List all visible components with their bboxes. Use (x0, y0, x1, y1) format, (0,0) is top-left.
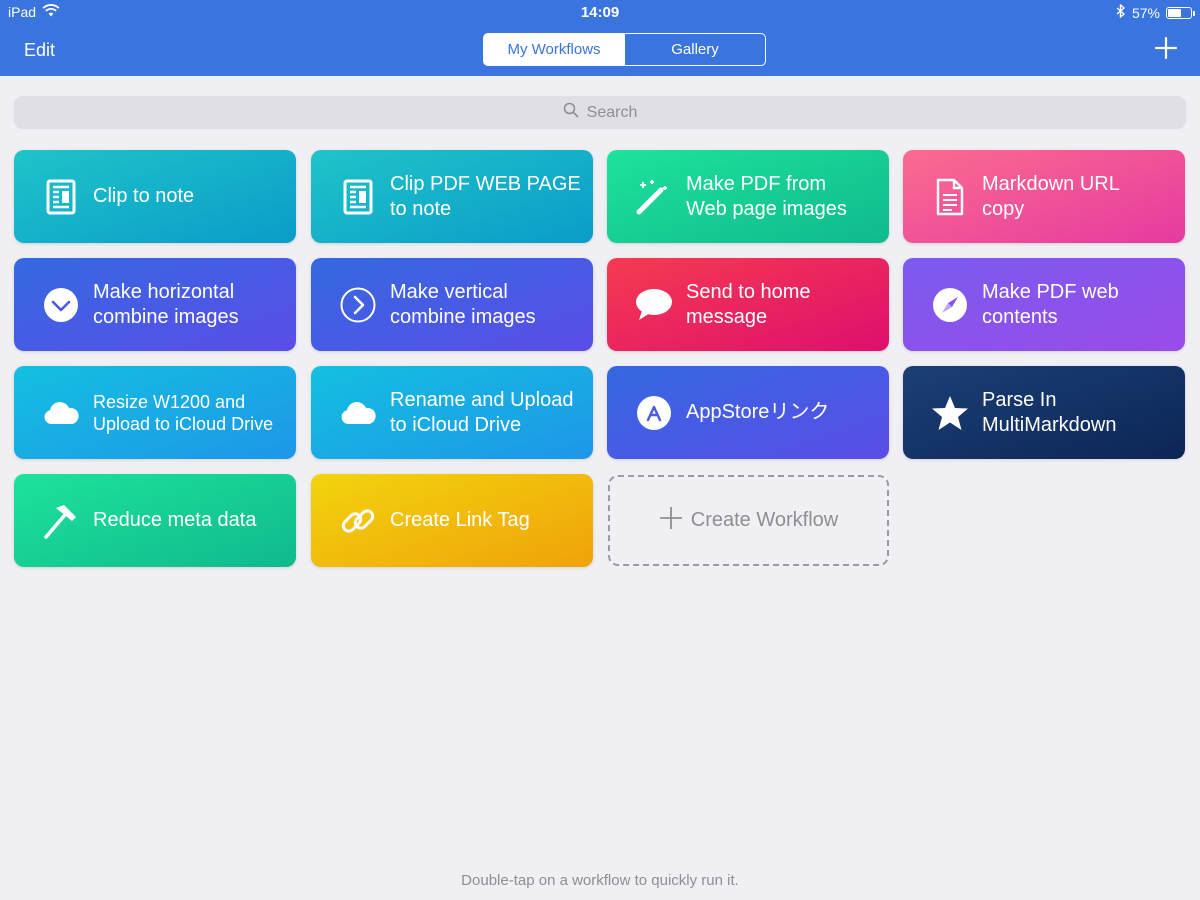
workflow-card-label: Resize W1200 and Upload to iCloud Drive (93, 391, 274, 434)
chevron-down-circle-icon (40, 284, 82, 326)
chevron-right-circle-icon (337, 284, 379, 326)
workflow-card-make-vertical-combine-images[interactable]: Make vertical combine images (311, 258, 593, 351)
workflow-card-appstore[interactable]: AppStoreリンク (607, 366, 889, 459)
workflow-card-label: Send to home message (686, 280, 811, 328)
workflow-card-make-pdf-web-contents[interactable]: Make PDF web contents (903, 258, 1185, 351)
magic-wand-icon (633, 176, 675, 218)
workflow-card-label: Make PDF from Web page images (686, 172, 847, 220)
workflow-card-make-horizontal-combine-images[interactable]: Make horizontal combine images (14, 258, 296, 351)
speech-bubble-icon (633, 284, 675, 326)
footer-hint: Double-tap on a workflow to quickly run … (461, 872, 739, 889)
workflow-card-label: Reduce meta data (93, 509, 257, 531)
create-workflow-button[interactable]: Create Workflow (608, 475, 889, 566)
workflow-card-clip-to-note[interactable]: Clip to note (14, 150, 296, 243)
workflow-card-label: Rename and Upload to iCloud Drive (390, 388, 574, 436)
create-workflow-label: Create Workflow (690, 509, 839, 531)
workflow-card-markdown-url-copy[interactable]: Markdown URL copy (903, 150, 1185, 243)
search-icon (563, 102, 579, 123)
cloud-icon (40, 392, 82, 434)
plus-icon (659, 506, 683, 536)
search-bar[interactable]: Search (14, 96, 1186, 129)
workflow-card-label: Make PDF web contents (982, 280, 1119, 328)
link-icon (337, 500, 379, 542)
workflow-card-label: Clip to note (93, 185, 195, 207)
document-icon (337, 176, 379, 218)
plus-icon (1154, 36, 1178, 60)
workflow-card-rename-and-upload-to-icloud-drive[interactable]: Rename and Upload to iCloud Drive (311, 366, 593, 459)
workflow-tabs: My Workflows Gallery (483, 33, 766, 66)
tab-gallery[interactable]: Gallery (624, 34, 765, 65)
workflow-card-label: Create Link Tag (390, 509, 530, 531)
workflow-card-send-to-home-message[interactable]: Send to home message (607, 258, 889, 351)
workflow-card-label: Clip PDF WEB PAGE to note (390, 172, 581, 220)
workflow-card-label: AppStoreリンク (686, 401, 830, 423)
search-placeholder: Search (586, 103, 638, 121)
document-icon (40, 176, 82, 218)
status-right: 57% (1116, 3, 1195, 21)
star-icon (929, 392, 971, 434)
cloud-icon (337, 392, 379, 434)
workflow-card-clip-pdf-web-page-to-note[interactable]: Clip PDF WEB PAGE to note (311, 150, 593, 243)
nav-bar: iPad 14:09 57% Edit My Workflows Gallery (0, 0, 1200, 76)
workflow-card-label: Parse In MultiMarkdown (982, 388, 1117, 436)
edit-button[interactable]: Edit (24, 40, 55, 61)
battery-percent: 57% (1131, 4, 1160, 21)
status-time: 14:09 (580, 4, 620, 21)
workflow-card-make-pdf-from-web-page-images[interactable]: Make PDF from Web page images (607, 150, 889, 243)
workflow-card-create-link-tag[interactable]: Create Link Tag (311, 474, 593, 567)
battery-icon (1166, 6, 1195, 19)
tab-my-workflows[interactable]: My Workflows (484, 34, 624, 65)
app-store-icon (633, 392, 675, 434)
status-bar: iPad 14:09 57% (0, 0, 1200, 26)
bluetooth-icon (1116, 3, 1126, 21)
battery-level (1168, 8, 1181, 17)
workflow-card-label: Make vertical combine images (390, 280, 536, 328)
compass-icon (929, 284, 971, 326)
workflow-card-label: Make horizontal combine images (93, 280, 239, 328)
add-workflow-button[interactable] (1154, 36, 1178, 60)
workflow-card-label: Markdown URL copy (982, 172, 1120, 220)
workflow-card-parse-in-multimarkdown[interactable]: Parse In MultiMarkdown (903, 366, 1185, 459)
workflow-card-resize-w1200-and-upload-to-icloud-drive[interactable]: Resize W1200 and Upload to iCloud Drive (14, 366, 296, 459)
text-file-icon (929, 176, 971, 218)
hammer-icon (40, 500, 82, 542)
workflow-card-reduce-meta-data[interactable]: Reduce meta data (14, 474, 296, 567)
